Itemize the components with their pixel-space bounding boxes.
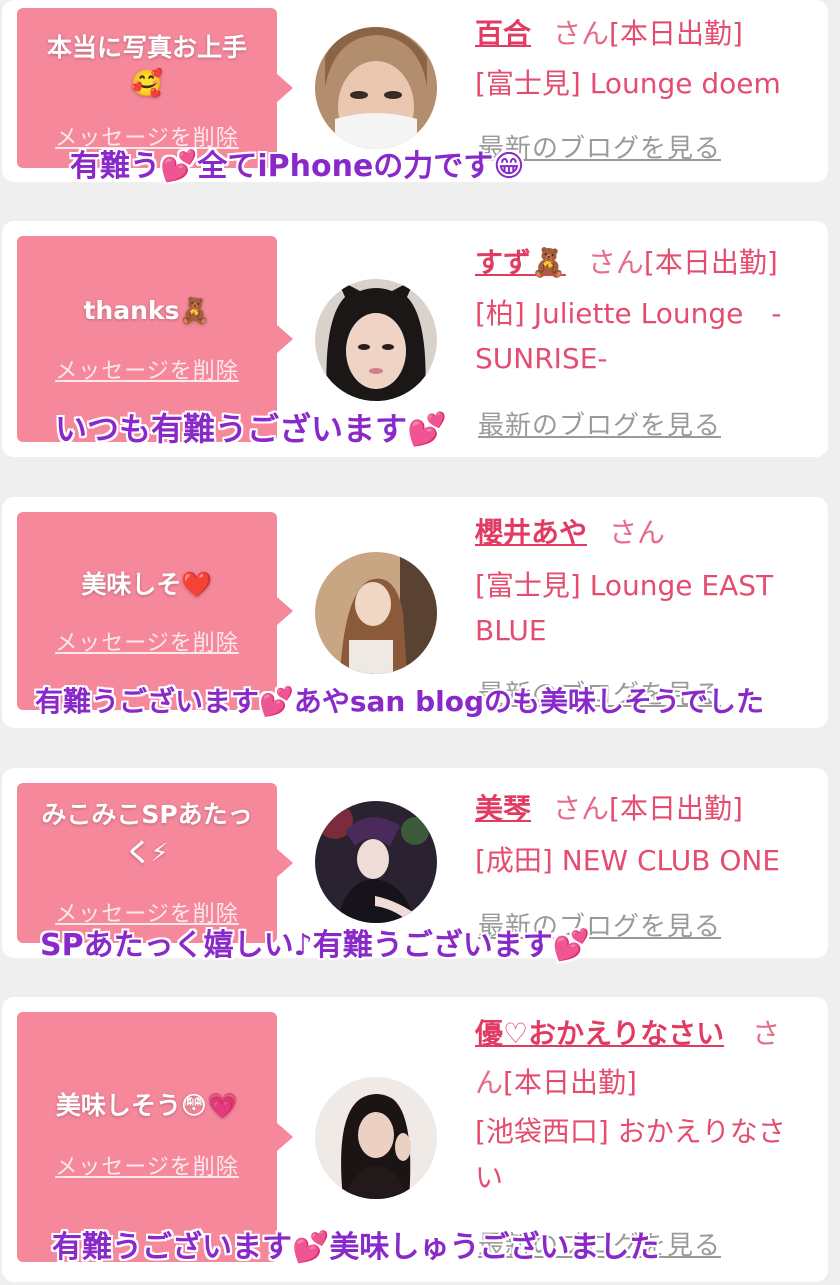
message-bubble: みこみこSPあたっ く⚡ メッセージを削除 [17,783,293,943]
shop-name-line-2: BLUE [475,614,547,647]
attendance-status: [本日出勤] [643,246,778,279]
message-text: 美味しそ❤️ [81,570,213,599]
delete-message-link[interactable]: メッセージを削除 [17,353,277,385]
cast-name-link[interactable]: 櫻井あや [475,516,587,549]
shop-name-line-1: [富士見] Lounge EAST [475,569,774,602]
overlay-caption-3: 有難うございます💕あやsan blogのも美味しそうでした [35,685,765,718]
honorific-part-1: さ [752,1017,781,1050]
shop-name-line-1: [柏] Juliette Lounge - [475,297,782,330]
shop-name: [成田] NEW CLUB ONE [475,844,781,877]
honorific-part-2: ん [475,1066,504,1099]
cast-name-link[interactable]: 美琴 [475,792,531,825]
cast-name-link[interactable]: すず🧸 [475,246,566,279]
shop-name-line-2: SUNRISE- [475,342,608,375]
cast-name-link[interactable]: 優♡おかえりなさい [475,1017,724,1050]
honorific: さん [553,792,610,825]
avatar[interactable] [315,27,437,149]
overlay-caption-4: SPあたっく嬉しい♪有難うございます💕 [40,928,591,963]
name-line: 美琴 さん[本日出勤] [475,787,815,831]
attendance-status: [本日出勤] [609,792,743,825]
attendance-status: [本日出勤] [609,17,743,50]
avatar[interactable] [315,279,437,401]
message-text: thanks🧸 [83,296,211,325]
message-text: 美味しそう😳💗 [55,1091,239,1120]
name-line: 櫻井あや さん [475,511,815,555]
avatar[interactable] [315,801,437,923]
name-line: すず🧸 さん[本日出勤] [475,241,815,285]
avatar[interactable] [315,552,437,674]
shop-name-line-1: [池袋西口] おかえりなさ [475,1115,786,1148]
message-text-line-2: く⚡ [125,838,169,867]
name-line: 優♡おかえりなさいさ [475,1012,815,1056]
shop-name-line-2: い [475,1161,504,1194]
delete-message-link[interactable]: メッセージを削除 [17,1149,277,1181]
name-line: 百合 さん[本日出勤] [475,12,815,56]
avatar[interactable] [315,1077,437,1199]
overlay-caption-2: いつも有難うございます💕 [55,410,447,448]
delete-message-link[interactable]: メッセージを削除 [17,625,277,657]
message-emoji: 🥰 [130,69,164,99]
honorific: さん [553,17,610,50]
attendance-status: [本日出勤] [503,1066,637,1099]
honorific: さん [609,516,666,549]
message-text: 本当に写真お上手 [46,33,247,62]
cast-name-link[interactable]: 百合 [475,17,531,50]
overlay-caption-5: 有難うございます💕美味しゅうございました [52,1230,660,1265]
shop-name: [富士見] Lounge doem [475,67,781,100]
latest-blog-link[interactable]: 最新のブログを見る [478,405,721,442]
honorific: さん [587,246,644,279]
message-text-line-1: みこみこSPあたっ [41,800,253,829]
overlay-caption-1: 有難う💕全てiPhoneの力です😁 [70,149,525,184]
name-line-2: ん[本日出勤] [475,1061,815,1105]
